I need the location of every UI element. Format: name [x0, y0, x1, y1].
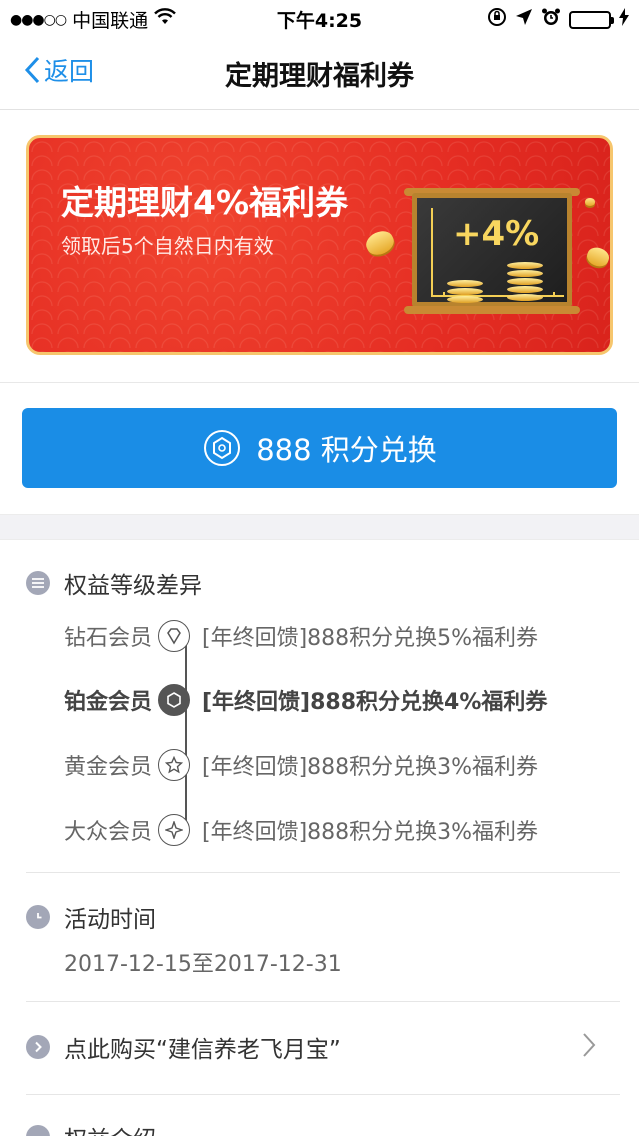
purchase-link-row[interactable]: 点此购买“建信养老飞月宝”	[26, 1030, 620, 1064]
chevron-right-icon	[583, 1033, 596, 1057]
sparkle-icon	[158, 814, 190, 846]
tier-row-gold: 黄金会员 [年终回馈]888积分兑换3%福利券	[26, 745, 538, 785]
rotation-lock-icon	[487, 7, 507, 32]
points-badge-icon	[204, 430, 241, 466]
board-rate-text: +4%	[453, 214, 540, 254]
intro-heading: 权益介绍	[64, 1120, 156, 1136]
intro-section-header: 权益介绍	[26, 1120, 620, 1136]
platinum-icon	[158, 684, 190, 716]
divider	[26, 872, 620, 873]
coin-stack-large-icon	[507, 262, 543, 302]
tier-benefit: [年终回馈]888积分兑换3%福利券	[202, 820, 539, 845]
location-arrow-icon	[515, 8, 533, 31]
status-bar: ●●●○○ 中国联通 下午4:25	[0, 0, 639, 36]
exchange-section: 888 积分兑换	[0, 384, 639, 514]
tier-timeline	[185, 640, 187, 830]
coin-stack-small-icon	[447, 280, 483, 304]
tier-benefit: [年终回馈]888积分兑换4%福利券	[202, 690, 548, 715]
banner-subtitle: 领取后5个自然日内有效	[61, 234, 274, 258]
tier-name: 黄金会员	[64, 755, 153, 780]
purchase-link-label: 点此购买“建信养老飞月宝”	[64, 1037, 341, 1063]
bookmark-icon	[26, 1125, 50, 1136]
list-icon	[26, 571, 50, 595]
exchange-label: 888 积分兑换	[256, 433, 437, 467]
flying-coin-icon	[585, 198, 595, 206]
clock-icon	[26, 905, 50, 929]
banner-section: 定期理财4%福利券 领取后5个自然日内有效 +4%	[0, 111, 639, 383]
status-right	[487, 7, 629, 32]
tier-name: 钻石会员	[64, 626, 153, 651]
tier-row-standard: 大众会员 [年终回馈]888积分兑换3%福利券	[26, 810, 538, 850]
section-separator	[0, 514, 639, 540]
diamond-icon	[158, 620, 190, 652]
tier-row-diamond: 钻石会员 [年终回馈]888积分兑换5%福利券	[26, 616, 538, 656]
page-title: 定期理财福利券	[225, 61, 414, 92]
battery-icon	[569, 10, 614, 29]
chevron-circle-icon	[26, 1035, 50, 1059]
tier-benefit: [年终回馈]888积分兑换5%福利券	[202, 626, 539, 651]
activity-heading: 活动时间	[64, 907, 156, 933]
nav-bar: 返回 定期理财福利券	[0, 36, 639, 110]
activity-dates: 2017-12-15至2017-12-31	[64, 952, 342, 977]
tiers-heading: 权益等级差异	[64, 573, 202, 599]
star-icon	[158, 749, 190, 781]
divider	[26, 1001, 620, 1002]
activity-section-header: 活动时间	[26, 900, 620, 934]
alarm-icon	[541, 7, 561, 32]
charging-bolt-icon	[619, 8, 629, 31]
divider	[26, 1094, 620, 1095]
tiers-section-header: 权益等级差异	[26, 566, 620, 600]
coupon-banner: 定期理财4%福利券 领取后5个自然日内有效 +4%	[26, 135, 613, 355]
tier-benefit: [年终回馈]888积分兑换3%福利券	[202, 755, 539, 780]
board-bottom-rod	[404, 306, 580, 314]
tier-name: 铂金会员	[64, 690, 153, 715]
points-exchange-button[interactable]: 888 积分兑换	[22, 408, 617, 488]
tier-row-platinum: 铂金会员 [年终回馈]888积分兑换4%福利券	[26, 680, 547, 720]
tier-name: 大众会员	[64, 820, 153, 845]
banner-title: 定期理财4%福利券	[61, 183, 349, 222]
